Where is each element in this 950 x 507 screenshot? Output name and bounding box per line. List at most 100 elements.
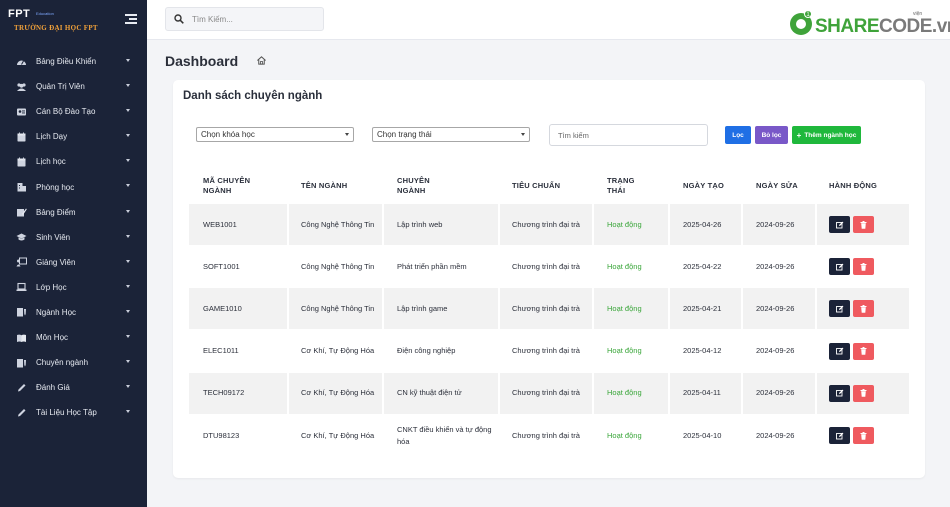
- search-input[interactable]: [192, 14, 312, 24]
- edit-button[interactable]: [829, 300, 850, 318]
- sharecode-wordmark: SHARECODE.vn: [815, 16, 950, 37]
- edit-button[interactable]: [829, 216, 850, 233]
- staff-icon: [16, 107, 27, 117]
- cell-standard: Chương trình đại trà: [512, 219, 580, 229]
- sidebar-item-label: Lịch Dạy: [36, 132, 68, 142]
- cell-updated: 2024-09-26: [756, 388, 795, 398]
- sidebar-item-mon-hoc[interactable]: Môn Học: [0, 325, 147, 350]
- column-header-updated: NGÀY SỬA: [756, 181, 798, 190]
- fpt-logo[interactable]: FPT Education TRƯỜNG ĐẠI HỌC FPT: [8, 8, 108, 36]
- delete-button[interactable]: [853, 216, 874, 233]
- chevron-down-icon: [126, 184, 130, 188]
- building-icon: [16, 182, 27, 192]
- delete-button[interactable]: [853, 342, 874, 360]
- filter-button[interactable]: Lọc: [725, 126, 751, 144]
- edit-button[interactable]: [829, 427, 850, 444]
- trash-icon: [860, 389, 867, 398]
- trash-icon: [860, 220, 867, 229]
- cell-code: ELEC1011: [203, 346, 239, 356]
- sidebar-item-lich-day[interactable]: Lịch Dạy: [0, 124, 147, 149]
- add-major-button[interactable]: + Thêm ngành học: [792, 126, 861, 144]
- delete-button[interactable]: [853, 300, 874, 318]
- sidebar-item-sinh-vien[interactable]: Sinh Viên: [0, 225, 147, 250]
- cell-status: Hoạt động: [607, 261, 642, 271]
- sidebar-item-phong-hoc[interactable]: Phòng học: [0, 174, 147, 199]
- chevron-down-icon: [126, 284, 130, 288]
- edit-icon: [835, 347, 843, 355]
- sidebar-item-label: Ngành Học: [36, 307, 77, 317]
- users-icon: [16, 82, 27, 92]
- sidebar-item-can-bo-dao-tao[interactable]: Cán Bộ Đào Tạo: [0, 99, 147, 124]
- column-header-code: MÃ CHUYÊN NGÀNH: [203, 176, 251, 195]
- chevron-down-icon: [126, 209, 130, 213]
- sidebar-item-quan-tri-vien[interactable]: Quản Trị Viên: [0, 74, 147, 99]
- cell-status: Hoạt động: [607, 388, 642, 398]
- sidebar-item-chuyen-nganh[interactable]: Chuyên ngành: [0, 350, 147, 375]
- edit-icon: [835, 432, 843, 439]
- home-icon[interactable]: [256, 55, 267, 66]
- cell-code: GAME1010: [203, 303, 242, 313]
- majors-card: Danh sách chuyên ngành Chọn khóa học Chọ…: [173, 80, 925, 478]
- cell-specialty: Phát triển phần mềm: [397, 261, 467, 271]
- chevron-down-icon: [126, 309, 130, 313]
- book-icon: [16, 333, 27, 343]
- card-title: Danh sách chuyên ngành: [183, 90, 323, 102]
- sidebar-item-label: Lớp Học: [36, 282, 67, 292]
- table-row: GAME1010 Công Nghệ Thông Tin Lập trình gam…: [189, 288, 909, 330]
- sidebar-item-label: Quản Trị Viên: [36, 82, 85, 92]
- chevron-down-icon: [126, 385, 130, 389]
- table-row: WEB1001 Công Nghệ Thông Tin Lập trình web C…: [189, 204, 909, 245]
- edit-button[interactable]: [829, 342, 850, 360]
- reset-filter-button[interactable]: Bỏ lọc: [755, 126, 788, 144]
- sharecode-vn: viện: [913, 11, 923, 17]
- laptop-icon: [16, 282, 27, 292]
- cell-created: 2025-04-21: [683, 303, 722, 313]
- sidebar-item-lop-hoc[interactable]: Lớp Học: [0, 275, 147, 300]
- cell-major: Cơ Khí, Tự Động Hóa: [301, 388, 375, 398]
- course-select[interactable]: Chọn khóa học: [196, 127, 354, 142]
- chevron-down-icon: [126, 410, 130, 414]
- hamburger-icon[interactable]: [125, 14, 137, 24]
- edit-button[interactable]: [829, 258, 850, 276]
- column-header-status: TRẠNG THÁI: [607, 176, 635, 195]
- chevron-down-icon: [126, 84, 130, 88]
- sidebar-item-label: Sinh Viên: [36, 232, 71, 242]
- cell-created: 2025-04-11: [683, 388, 721, 398]
- sidebar-nav: Bảng Điều Khiển Quản Trị Viên Cán Bộ Đào T…: [0, 49, 147, 425]
- trash-icon: [860, 304, 867, 313]
- sidebar-item-lich-hoc[interactable]: Lịch học: [0, 149, 147, 174]
- sidebar-item-danh-gia[interactable]: Đánh Giá: [0, 375, 147, 400]
- edit-icon: [835, 305, 843, 313]
- cell-updated: 2024-09-26: [756, 219, 795, 229]
- column-header-actions: HÀNH ĐỘNG: [829, 181, 878, 190]
- chevron-down-icon: [126, 134, 130, 138]
- sidebar-item-label: Môn Học: [36, 333, 69, 343]
- delete-button[interactable]: [853, 258, 874, 276]
- filter-search-input[interactable]: [549, 124, 708, 146]
- sidebar: FPT Education TRƯỜNG ĐẠI HỌC FPT Bảng Đi…: [0, 0, 147, 507]
- logo-fpt-text: FPT: [8, 8, 31, 20]
- cell-major: Công Nghệ Thông Tin: [301, 261, 375, 271]
- cell-major: Công Nghệ Thông Tin: [301, 219, 375, 229]
- trash-icon: [860, 347, 867, 355]
- delete-button[interactable]: [853, 427, 874, 444]
- table-row: ELEC1011 Cơ Khí, Tự Động Hóa Điện công ngh…: [189, 331, 909, 372]
- chevron-down-icon: [126, 259, 130, 263]
- logo-edu-text: Education: [36, 11, 54, 16]
- chevron-down-icon: [345, 133, 349, 136]
- cell-code: DTU98123: [203, 430, 240, 440]
- sidebar-item-bang-diem[interactable]: Bảng Điểm: [0, 200, 147, 225]
- cell-code: SOFT1001: [203, 261, 240, 271]
- cell-status: Hoạt động: [607, 219, 642, 229]
- calendar-icon: [16, 132, 27, 142]
- sidebar-item-giang-vien[interactable]: Giảng Viên: [0, 250, 147, 275]
- status-select[interactable]: Chọn trạng thái: [372, 127, 530, 142]
- column-header-specialty: CHUYÊN NGÀNH: [397, 176, 430, 195]
- sidebar-item-bang-dieu-khien[interactable]: Bảng Điều Khiển: [0, 49, 147, 74]
- edit-button[interactable]: [829, 384, 850, 402]
- sidebar-item-tai-lieu-hoc-tap[interactable]: Tài Liệu Học Tập: [0, 400, 147, 425]
- sidebar-item-nganh-hoc[interactable]: Ngành Học: [0, 300, 147, 325]
- cell-status: Hoạt động: [607, 430, 642, 440]
- sidebar-item-label: Chuyên ngành: [36, 358, 89, 368]
- delete-button[interactable]: [853, 384, 874, 402]
